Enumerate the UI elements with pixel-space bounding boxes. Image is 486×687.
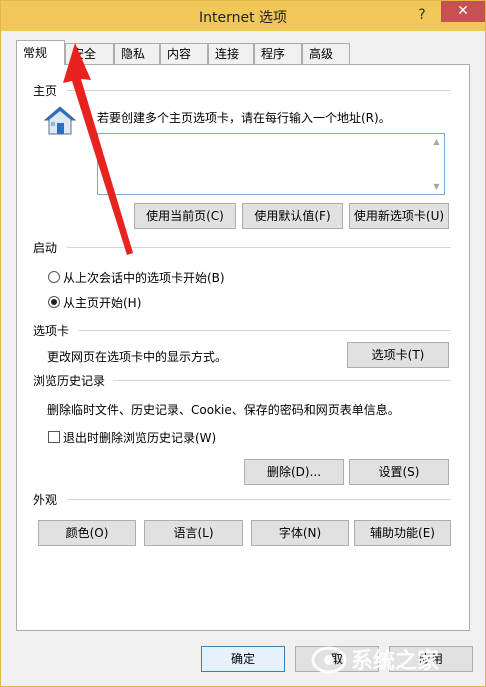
tabs-settings-button[interactable]: 选项卡(T) <box>347 342 449 368</box>
history-divider <box>113 380 451 381</box>
delete-on-exit-label[interactable]: 退出时删除浏览历史记录(W) <box>63 429 216 446</box>
watermark-logo: 系统之家 <box>311 646 440 674</box>
history-settings-button[interactable]: 设置(S) <box>349 459 449 485</box>
radio-home-page[interactable] <box>48 296 60 308</box>
delete-on-exit-checkbox[interactable] <box>48 431 60 443</box>
help-button[interactable]: ? <box>405 4 439 26</box>
radio-last-session[interactable] <box>48 271 60 283</box>
languages-button[interactable]: 语言(L) <box>144 520 243 546</box>
tab-content[interactable]: 内容 <box>160 43 208 64</box>
delete-history-button[interactable]: 删除(D)... <box>244 459 344 485</box>
fonts-button[interactable]: 字体(N) <box>251 520 349 546</box>
tab-connections[interactable]: 连接 <box>208 43 254 64</box>
ok-button[interactable]: 确定 <box>201 646 285 672</box>
title-bar[interactable]: Internet 选项 ? ✕ <box>1 1 485 31</box>
tab-general[interactable]: 常规 <box>16 40 65 65</box>
history-group-label: 浏览历史记录 <box>33 372 112 389</box>
tabs-group-label: 选项卡 <box>33 322 76 339</box>
startup-group-label: 启动 <box>33 239 64 256</box>
close-button[interactable]: ✕ <box>441 1 485 22</box>
radio-home-page-label[interactable]: 从主页开始(H) <box>63 294 141 311</box>
use-default-button[interactable]: 使用默认值(F) <box>242 203 343 229</box>
watermark-text: 系统之家 <box>351 648 440 674</box>
appearance-group-label: 外观 <box>33 491 64 508</box>
radio-last-session-label[interactable]: 从上次会话中的选项卡开始(B) <box>63 269 225 286</box>
internet-options-dialog: Internet 选项 ? ✕ 常规 安全 隐私 内容 连接 程序 高级 主页 … <box>0 0 486 687</box>
colors-button[interactable]: 颜色(O) <box>38 520 136 546</box>
appearance-divider <box>67 499 451 500</box>
tab-programs[interactable]: 程序 <box>254 43 302 64</box>
accessibility-button[interactable]: 辅助功能(E) <box>354 520 451 546</box>
scroll-down-icon[interactable]: ▼ <box>429 182 444 191</box>
homepage-scrollbar[interactable]: ▲ ▼ <box>429 134 444 194</box>
tabs-description: 更改网页在选项卡中的显示方式。 <box>47 350 228 364</box>
tabs-divider <box>79 330 451 331</box>
history-description: 删除临时文件、历史记录、Cookie、保存的密码和网页表单信息。 <box>47 403 400 417</box>
scroll-up-icon[interactable]: ▲ <box>429 137 444 146</box>
annotation-arrow <box>63 43 133 255</box>
homepage-group-label: 主页 <box>33 82 64 99</box>
use-new-tab-button[interactable]: 使用新选项卡(U) <box>349 203 449 229</box>
tab-advanced[interactable]: 高级 <box>302 43 350 64</box>
